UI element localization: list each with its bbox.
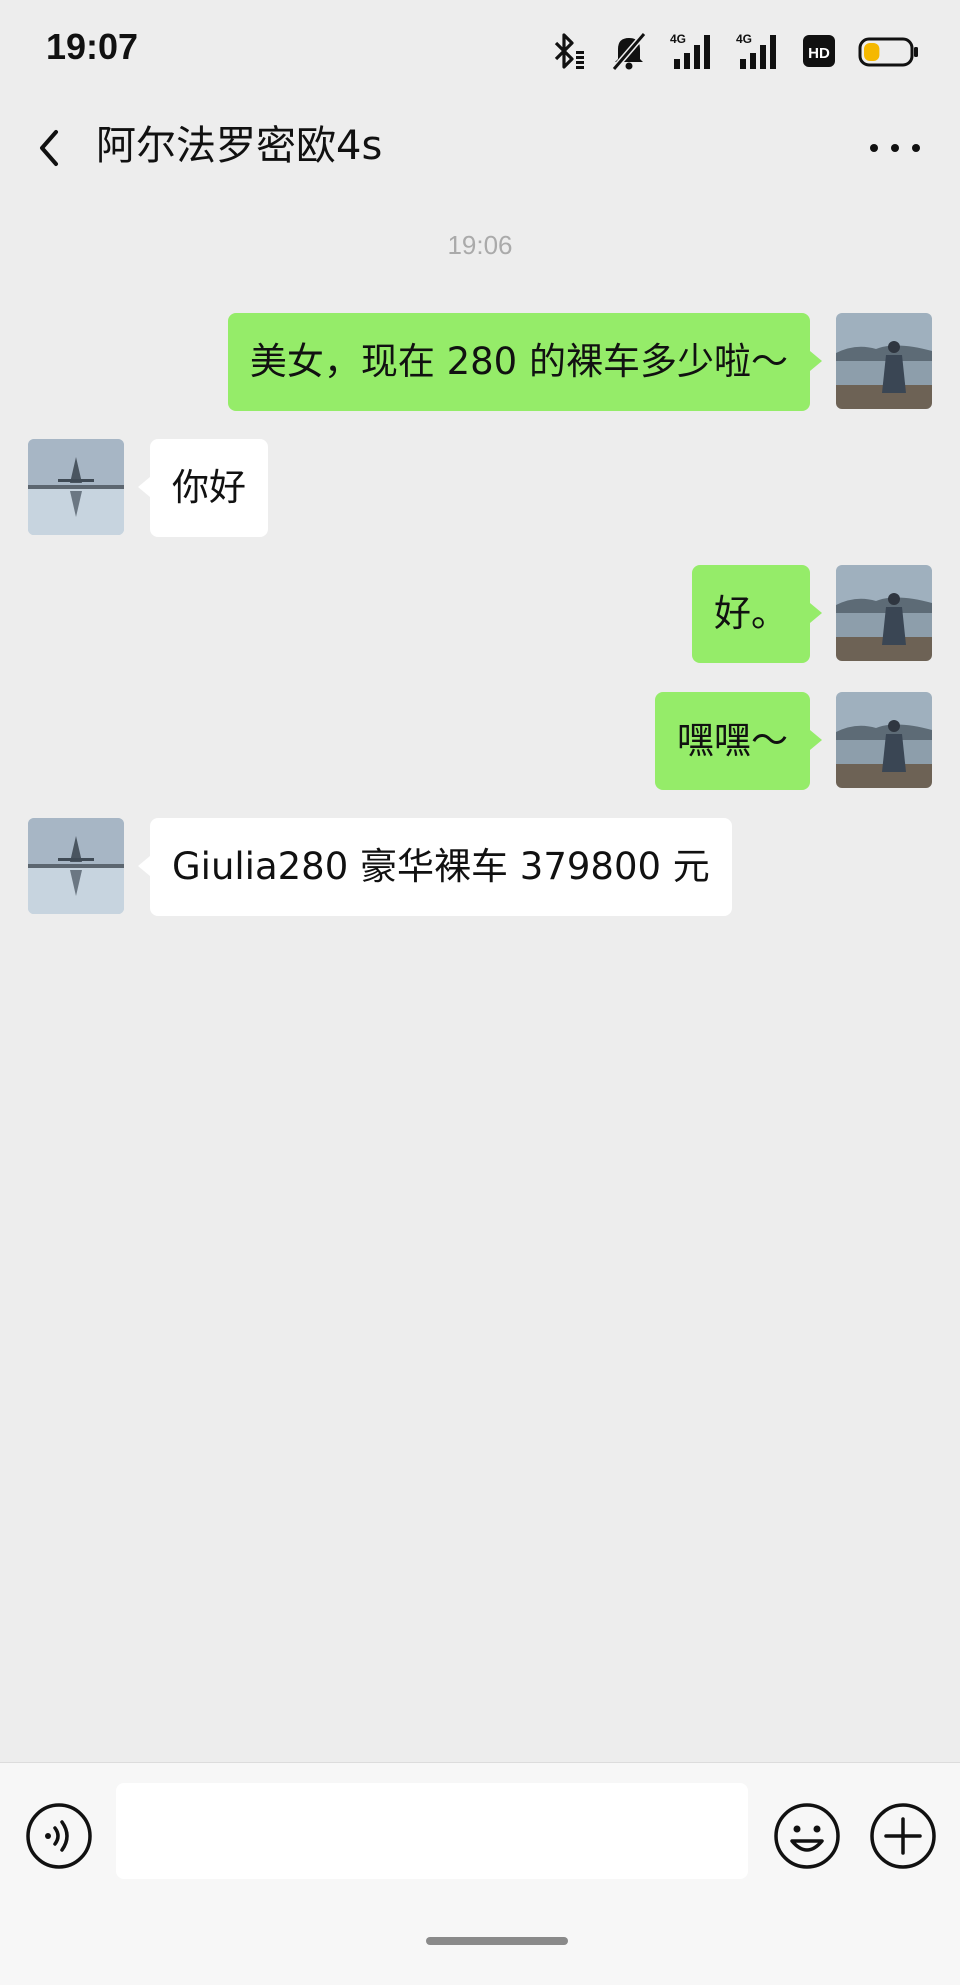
- voice-icon: [26, 1803, 92, 1869]
- received-message-bubble[interactable]: 你好: [138, 439, 268, 537]
- my-avatar[interactable]: [836, 692, 932, 788]
- sent-message-bubble[interactable]: 美女，现在 280 的裸车多少啦～: [227, 313, 823, 411]
- svg-text:4G: 4G: [736, 32, 752, 46]
- battery-icon: [858, 31, 920, 71]
- back-arrow-icon: [40, 130, 58, 166]
- contact-avatar[interactable]: [28, 439, 124, 535]
- signal-4g-icon: 4G: [736, 31, 780, 71]
- voice-button[interactable]: [24, 1801, 94, 1871]
- more-functions-button[interactable]: [868, 1801, 938, 1871]
- title-bar: 阿尔法罗密欧4s: [0, 100, 960, 196]
- status-bar: 19:07 4G 4G HD: [0, 0, 960, 100]
- plus-icon: [870, 1803, 936, 1869]
- input-bar: [0, 1762, 960, 1985]
- mute-icon: [610, 31, 648, 71]
- received-message-bubble[interactable]: Giulia280 豪华裸车 379800 元: [138, 818, 732, 916]
- svg-text:HD: HD: [808, 45, 830, 62]
- contact-avatar[interactable]: [28, 818, 124, 914]
- back-button[interactable]: [28, 112, 88, 184]
- home-indicator[interactable]: [426, 1937, 568, 1945]
- sent-message-bubble[interactable]: 好。: [692, 565, 822, 663]
- message-input[interactable]: [116, 1783, 748, 1879]
- more-dots-icon: [870, 144, 920, 152]
- status-icons: 4G 4G HD: [548, 28, 920, 74]
- hd-icon: HD: [802, 31, 836, 71]
- signal-4g-icon: 4G: [670, 31, 714, 71]
- my-avatar[interactable]: [836, 313, 932, 409]
- emoji-button[interactable]: [772, 1801, 842, 1871]
- chat-area[interactable]: 19:06 美女，现在 280 的裸车多少啦～ 你好 好。 嘿嘿～ Giulia…: [0, 196, 960, 1762]
- status-time: 19:07: [46, 26, 139, 67]
- emoji-icon: [774, 1803, 840, 1869]
- more-options-button[interactable]: [860, 114, 930, 178]
- svg-text:4G: 4G: [670, 32, 686, 46]
- message-timestamp: 19:06: [447, 230, 513, 260]
- my-avatar[interactable]: [836, 565, 932, 661]
- chat-title: 阿尔法罗密欧4s: [96, 123, 383, 169]
- bluetooth-icon: [548, 31, 588, 71]
- sent-message-bubble[interactable]: 嘿嘿～: [655, 692, 822, 790]
